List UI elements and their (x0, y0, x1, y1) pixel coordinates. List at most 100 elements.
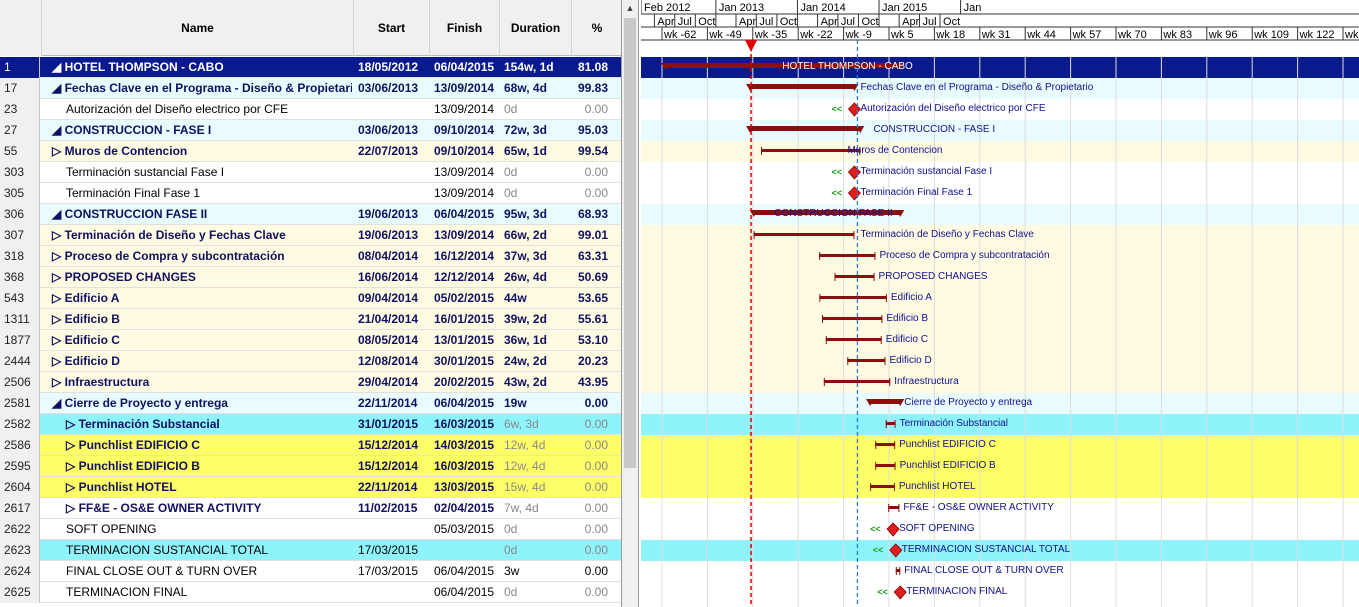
summary-bar (870, 399, 901, 404)
task-duration: 0d (504, 522, 518, 536)
bar-label: Terminación sustancial Fase I (860, 166, 992, 177)
task-row[interactable]: 27 ◢ CONSTRUCCION - FASE I 03/06/2013 09/10… (0, 120, 621, 141)
task-row[interactable]: 2506 ▷ Infraestructura 29/04/2014 20/02/201… (0, 372, 621, 393)
start-column-header[interactable]: Start (354, 0, 430, 56)
task-duration: 95w, 3d (504, 207, 547, 221)
task-percent: 20.23 (577, 354, 608, 368)
task-row[interactable]: 2595 ▷ Punchlist EDIFICIO B 15/12/2014 16/0… (0, 456, 621, 477)
task-percent: 0.00 (584, 459, 608, 473)
task-duration: 39w, 2d (504, 312, 547, 326)
bar-label: TERMINACION SUSTANCIAL TOTAL (902, 544, 1071, 555)
task-name: Terminación Final Fase 1 (66, 186, 201, 200)
task-finish: 06/04/2015 (434, 564, 495, 578)
task-row[interactable]: 307 ▷ Terminación de Diseño y Fechas Clav… (0, 225, 621, 246)
gantt-chart[interactable]: Feb 2012 Jan 2013 Jan 2014 Jan 2015 Jan Apr Ju… (641, 0, 1359, 607)
bar-label: Edificio B (886, 313, 928, 324)
row-id: 2595 (0, 456, 40, 477)
task-duration: 26w, 4d (504, 270, 547, 284)
task-duration: 0d (504, 186, 518, 200)
bar-end (881, 315, 883, 323)
task-row[interactable]: 305 Terminación Final Fase 1 13/09/2014 0d 0… (0, 183, 621, 204)
task-start: 03/06/2013 (358, 123, 419, 137)
task-row[interactable]: 17 ◢ Fechas Clave en el Programa - Diseño… (0, 78, 621, 99)
task-percent: 43.95 (577, 375, 608, 389)
task-row[interactable]: 2586 ▷ Punchlist EDIFICIO C 15/12/2014 14/0… (0, 435, 621, 456)
task-finish: 13/03/2015 (434, 480, 495, 494)
task-row[interactable]: 2625 TERMINACION FINAL 06/04/2015 0d 0.00 (0, 582, 621, 603)
task-start: 16/06/2014 (358, 270, 419, 284)
task-row[interactable]: 2617 ▷ FF&E - OS&E OWNER ACTIVITY 11/02/20… (0, 498, 621, 519)
task-start: 22/07/2013 (358, 144, 419, 158)
task-row[interactable]: 306 ◢ CONSTRUCCION FASE II 19/06/2013 06/04… (0, 204, 621, 225)
task-row[interactable]: 2624 FINAL CLOSE OUT & TURN OVER 17/03/201… (0, 561, 621, 582)
task-duration: 36w, 1d (504, 333, 547, 347)
task-name: ▷ Muros de Contencion (52, 144, 188, 158)
month-label: Jul (841, 16, 855, 28)
row-id-header (0, 0, 42, 56)
gantt-row-bg (641, 141, 1359, 162)
task-row[interactable]: 2604 ▷ Punchlist HOTEL 22/11/2014 13/03/201… (0, 477, 621, 498)
bar-label: Punchlist EDIFICIO C (899, 439, 996, 450)
name-column-header[interactable]: Name (42, 0, 354, 56)
bar-label: HOTEL THOMPSON - CABO (782, 61, 913, 72)
task-row[interactable]: 55 ▷ Muros de Contencion 22/07/2013 09/10/2… (0, 141, 621, 162)
task-bar (888, 506, 900, 509)
row-id: 55 (0, 141, 40, 162)
task-row[interactable]: 2581 ◢ Cierre de Proyecto y entrega 22/11/… (0, 393, 621, 414)
duration-column-header[interactable]: Duration (500, 0, 572, 56)
task-row[interactable]: 2582 ▷ Terminación Substancial 31/01/2015 1… (0, 414, 621, 435)
bar-label: TERMINACION FINAL (906, 586, 1008, 597)
task-row[interactable]: 543 ▷ Edificio A 09/04/2014 05/02/2015 44w 53… (0, 288, 621, 309)
week-label: wk 96 (1208, 29, 1238, 41)
task-percent: 0.00 (584, 417, 608, 431)
finish-column-header[interactable]: Finish (430, 0, 500, 56)
row-id: 2624 (0, 561, 40, 582)
bar-label: SOFT OPENING (899, 523, 975, 534)
task-row[interactable]: 2623 TERMINACION SUSTANCIAL TOTAL 17/03/20… (0, 540, 621, 561)
row-id: 318 (0, 246, 40, 267)
task-start: 17/03/2015 (358, 543, 419, 557)
scrollbar-thumb[interactable] (624, 18, 636, 468)
task-name: ◢ Fechas Clave en el Programa - Diseño &… (52, 81, 352, 95)
task-duration: 0d (504, 165, 518, 179)
task-name: TERMINACION FINAL (66, 585, 188, 599)
bar-end (834, 273, 836, 281)
bar-label: Proceso de Compra y subcontratación (879, 250, 1049, 261)
task-duration: 12w, 4d (504, 459, 546, 473)
task-row[interactable]: 368 ▷ PROPOSED CHANGES 16/06/2014 12/12/201… (0, 267, 621, 288)
task-finish (430, 540, 498, 561)
task-row[interactable]: 1 ◢ HOTEL THOMPSON - CABO 18/05/2012 06/04/… (0, 57, 621, 78)
task-row[interactable]: 2444 ▷ Edificio D 12/08/2014 30/01/2015 24w,… (0, 351, 621, 372)
milestone-marker: << (831, 167, 842, 177)
scroll-up-icon[interactable]: ▲ (622, 0, 638, 17)
task-row[interactable]: 303 Terminación sustancial Fase I 13/09/20… (0, 162, 621, 183)
task-duration: 24w, 2d (504, 354, 547, 368)
task-start: 19/06/2013 (358, 207, 419, 221)
task-row[interactable]: 318 ▷ Proceso de Compra y subcontratación… (0, 246, 621, 267)
task-duration: 154w, 1d (504, 60, 554, 74)
task-row[interactable]: 2622 SOFT OPENING 05/03/2015 0d 0.00 (0, 519, 621, 540)
bar-end (894, 462, 896, 470)
task-duration: 66w, 2d (504, 228, 547, 242)
bar-label: Edificio D (890, 355, 932, 366)
task-row[interactable]: 23 Autorización del Diseño electrico por … (0, 99, 621, 120)
row-id: 2506 (0, 372, 40, 393)
task-finish: 13/01/2015 (434, 333, 495, 347)
task-row[interactable]: 1311 ▷ Edificio B 21/04/2014 16/01/2015 39w,… (0, 309, 621, 330)
task-percent: 50.69 (577, 270, 608, 284)
percent-column-header[interactable]: % (572, 0, 621, 56)
task-row[interactable]: 1877 ▷ Edificio C 08/05/2014 13/01/2015 36w,… (0, 330, 621, 351)
year-label: Jan 2015 (882, 2, 927, 14)
task-name: TERMINACION SUSTANCIAL TOTAL (66, 543, 269, 557)
bar-end (873, 273, 875, 281)
vertical-scrollbar[interactable]: ▲ (622, 0, 639, 607)
task-duration: 6w, 3d (504, 417, 539, 431)
gantt-row-bg (641, 183, 1359, 204)
task-finish: 30/01/2015 (434, 354, 495, 368)
week-label: wk -49 (708, 29, 741, 41)
task-finish: 05/02/2015 (434, 291, 495, 305)
year-label: Jan (964, 2, 982, 14)
task-name: SOFT OPENING (66, 522, 157, 536)
row-id: 1 (0, 57, 40, 78)
bar-end (753, 231, 755, 239)
